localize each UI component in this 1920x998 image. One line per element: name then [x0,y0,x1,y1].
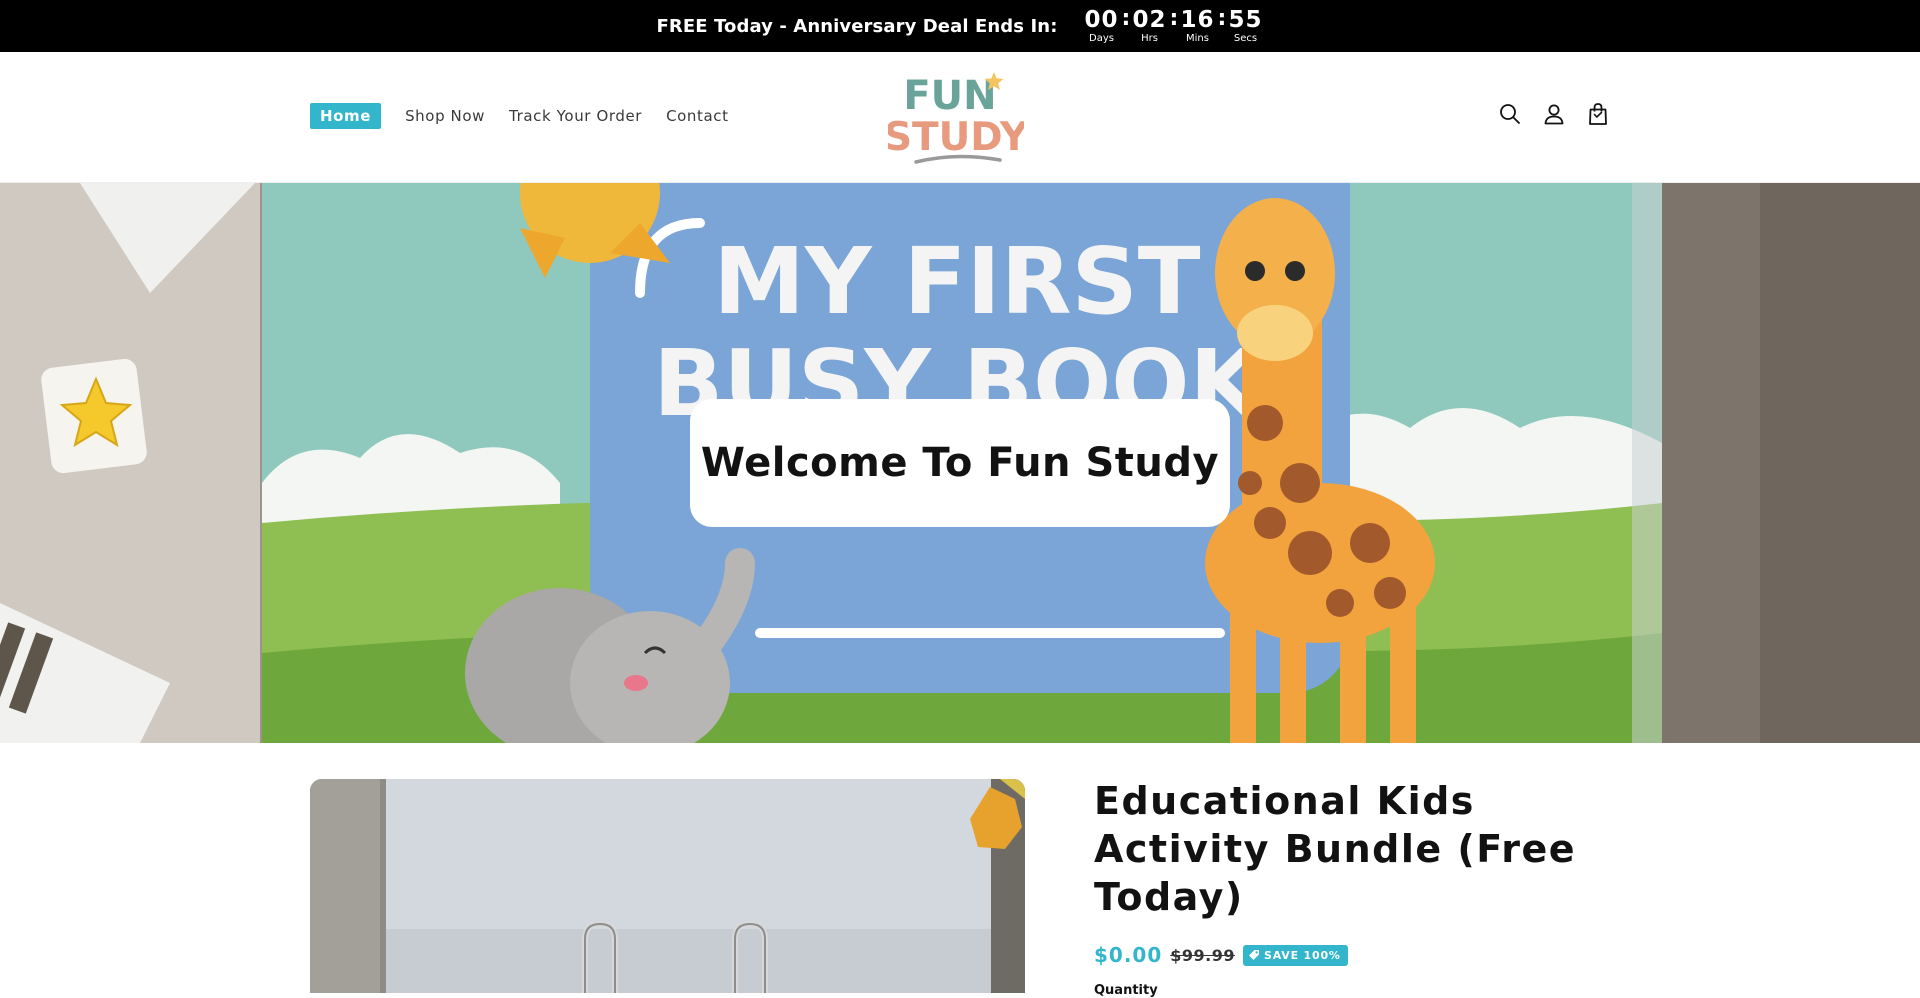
nav-home[interactable]: Home [310,103,382,129]
countdown-days-value: 00 [1084,7,1119,33]
announcement-bar: FREE Today - Anniversary Deal Ends In: 0… [0,0,1920,52]
countdown-separator: : [1217,6,1227,31]
countdown-minutes: 16 Mins [1180,8,1216,44]
site-header: Home Shop Now Track Your Order Contact F… [0,52,1920,183]
logo-graphic: FUN STUDY [884,72,1029,164]
countdown-seconds-label: Secs [1233,33,1258,44]
countdown-days-label: Days [1089,33,1114,44]
product-image[interactable] [310,779,1025,993]
countdown-separator: : [1169,6,1179,31]
price-row: $0.00 $99.99 SAVE 100% [1094,943,1614,967]
logo-word-fun: FUN [903,73,996,119]
hero-title-card: Welcome To Fun Study [690,399,1230,527]
logo-word-study: STUDY [888,115,1024,160]
countdown-minutes-label: Mins [1186,33,1209,44]
save-badge-label: SAVE 100% [1264,948,1341,962]
countdown-minutes-value: 16 [1180,7,1215,33]
announcement-text: FREE Today - Anniversary Deal Ends In: [656,15,1058,37]
countdown-hours: 02 Hrs [1132,8,1168,44]
product-info: Educational Kids Activity Bundle (Free T… [1094,777,1614,998]
hero-banner: MY FIRST BUSY BOOK Welcome To Fun Study [0,183,1920,743]
countdown-timer: 00 Days : 02 Hrs : 16 Mins : 55 Secs [1084,6,1264,45]
save-badge: SAVE 100% [1243,944,1348,966]
main-nav: Home Shop Now Track Your Order Contact [310,103,729,129]
countdown-hours-value: 02 [1132,7,1167,33]
nav-contact[interactable]: Contact [666,107,729,125]
book-title-line1: MY FIRST [713,228,1200,335]
nav-track-order[interactable]: Track Your Order [509,107,642,125]
site-logo[interactable]: FUN STUDY [884,60,1029,172]
tag-icon [1249,950,1260,960]
cart-icon[interactable] [1586,102,1610,126]
account-icon[interactable] [1542,102,1566,126]
countdown-separator: : [1121,6,1131,31]
compare-price: $99.99 [1170,945,1236,965]
product-title: Educational Kids Activity Bundle (Free T… [1094,779,1577,919]
countdown-days: 00 Days [1084,8,1120,44]
header-icons [1498,102,1610,126]
hero-title: Welcome To Fun Study [700,440,1220,486]
quantity-label: Quantity [1094,983,1158,998]
countdown-seconds-value: 55 [1228,7,1263,33]
countdown-seconds: 55 Secs [1228,8,1264,44]
countdown-hours-label: Hrs [1141,33,1158,44]
product-photo [310,779,1025,993]
search-icon[interactable] [1498,102,1522,126]
nav-shop-now[interactable]: Shop Now [405,107,485,125]
sale-price: $0.00 [1094,943,1163,967]
star-card [41,358,147,474]
